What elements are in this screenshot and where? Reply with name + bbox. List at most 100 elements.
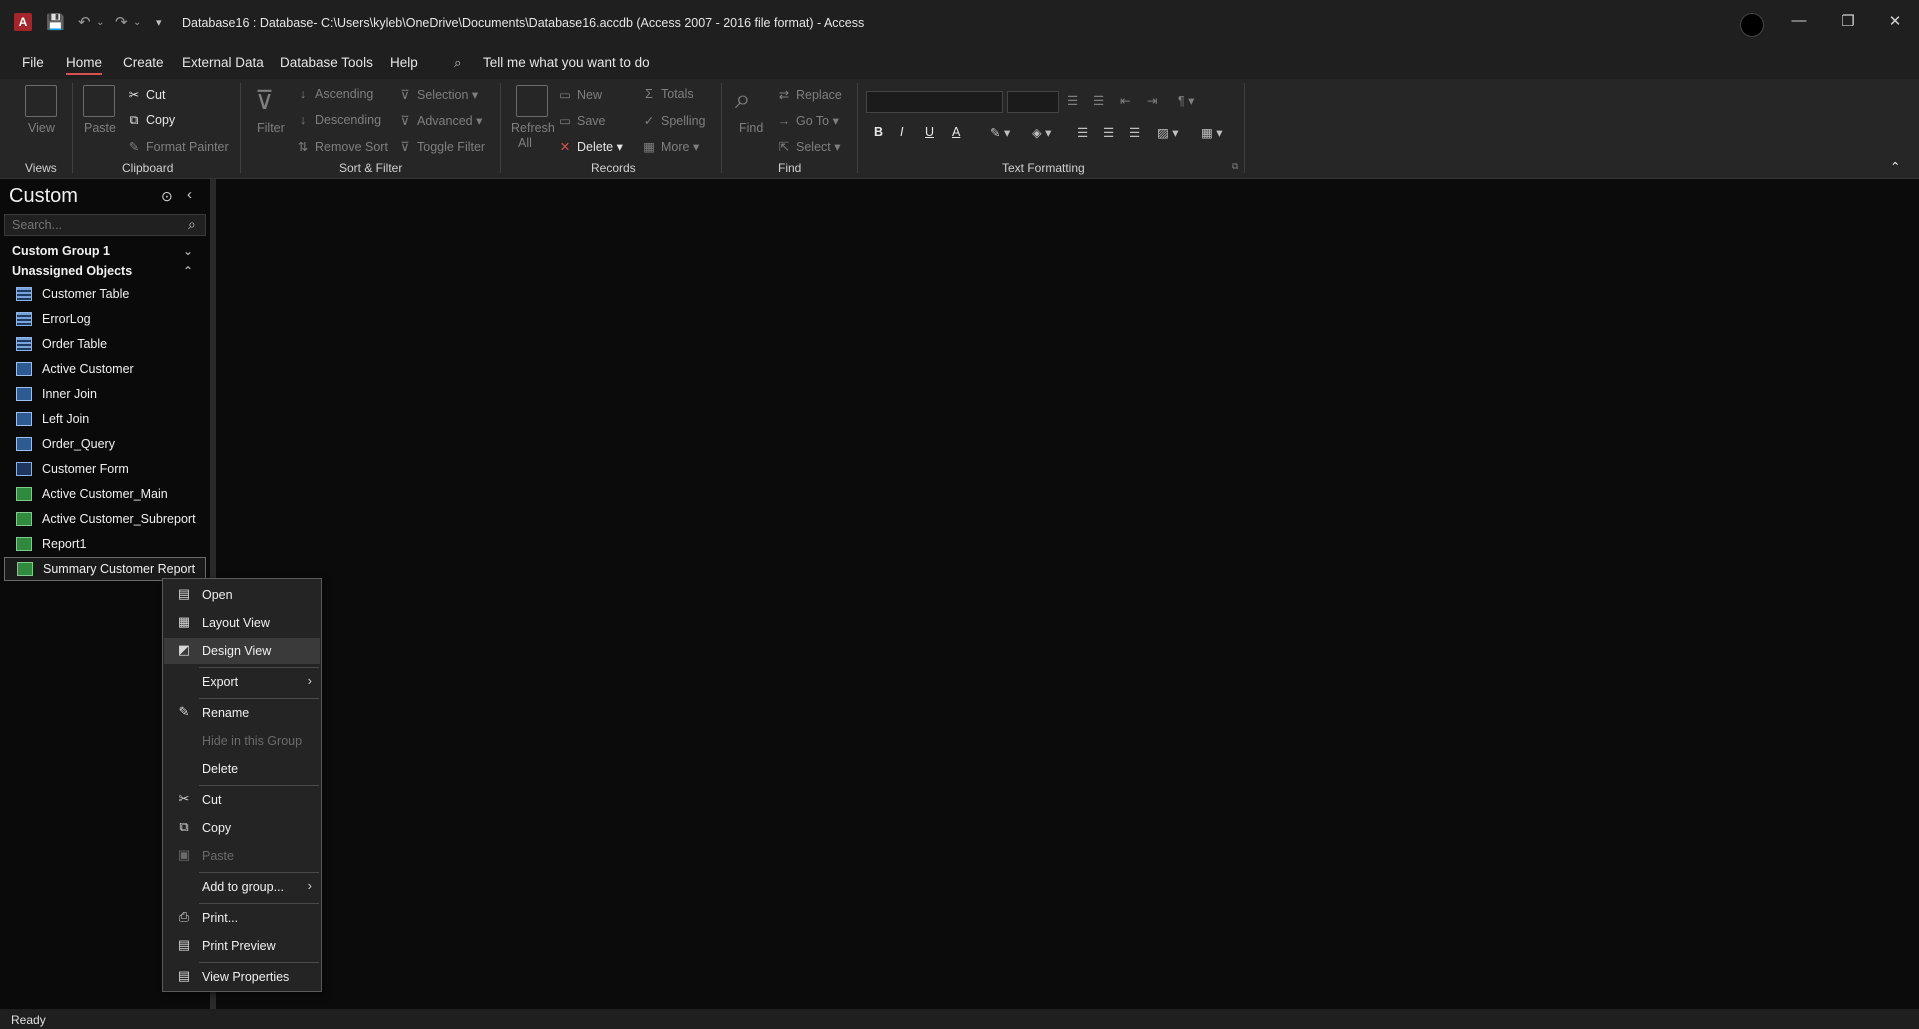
descending-button[interactable]: ↓ Descending <box>295 113 381 127</box>
copy-button[interactable]: ⧉ Copy <box>126 113 176 128</box>
numbering-icon[interactable]: ☰ <box>1093 93 1104 108</box>
menu-item-print-preview[interactable]: ▤ Print Preview <box>164 933 320 959</box>
align-left-icon[interactable]: ☰ <box>1077 125 1088 140</box>
format-painter-button[interactable]: ✎ Format Painter <box>126 139 229 154</box>
menu-item-layout-view[interactable]: ▦ Layout View <box>164 610 320 636</box>
cut-button[interactable]: ✂ Cut <box>126 87 166 102</box>
undo-icon[interactable]: ↶ <box>78 13 91 31</box>
minimize-button[interactable]: — <box>1784 12 1814 29</box>
filter-button[interactable]: Filter <box>257 121 285 135</box>
menu-item-copy[interactable]: ⧉ Copy <box>164 815 320 841</box>
chevron-up-icon[interactable]: ⌃ <box>183 264 193 278</box>
alternate-row-color-icon[interactable]: ▨ ▾ <box>1157 125 1179 140</box>
bold-button[interactable]: B <box>874 125 883 139</box>
save-record-button[interactable]: ▭ Save <box>557 113 605 128</box>
goto-button[interactable]: → Go To ▾ <box>776 113 839 128</box>
search-icon[interactable]: ⌕ <box>188 216 196 233</box>
underline-button[interactable]: U <box>925 125 934 139</box>
nav-object-table[interactable]: ErrorLog <box>4 308 204 330</box>
collapse-ribbon-icon[interactable]: ⌃ <box>1890 159 1900 174</box>
replace-button[interactable]: ⇄ Replace <box>776 87 842 102</box>
increase-indent-icon[interactable]: ⇥ <box>1147 93 1157 108</box>
italic-button[interactable]: I <box>900 125 903 139</box>
font-name-dropdown[interactable] <box>866 91 1003 113</box>
select-button[interactable]: ⇱ Select ▾ <box>776 139 841 154</box>
nav-object-report[interactable]: Active Customer_Main <box>4 483 204 505</box>
nav-object-form[interactable]: Customer Form <box>4 458 204 480</box>
refresh-icon[interactable] <box>516 85 548 117</box>
menu-item-open[interactable]: ▤ Open <box>164 582 320 608</box>
paste-icon[interactable] <box>83 85 115 117</box>
menu-item-delete[interactable]: Delete <box>164 756 320 782</box>
paste-button[interactable]: Paste <box>84 121 116 135</box>
nav-object-report[interactable]: Active Customer_Subreport <box>4 508 204 530</box>
highlight-color-icon[interactable]: ✎ ▾ <box>990 125 1010 140</box>
tab-home[interactable]: Home <box>66 55 103 75</box>
ascending-button[interactable]: ↓ Ascending <box>295 87 374 101</box>
toggle-filter-button[interactable]: ⊽ Toggle Filter <box>397 139 485 154</box>
tab-help[interactable]: Help <box>390 55 418 70</box>
filter-icon[interactable]: ⊽ <box>255 85 274 116</box>
remove-sort-button[interactable]: ⇅ Remove Sort <box>295 139 388 154</box>
undo-dropdown-icon[interactable]: ⌄ <box>96 17 104 28</box>
selection-button[interactable]: ⊽ Selection ▾ <box>397 87 478 102</box>
search-icon[interactable]: ⌕ <box>454 55 462 71</box>
dialog-launcher-icon[interactable]: ⧉ <box>1232 161 1238 172</box>
gridlines-icon[interactable]: ▦ ▾ <box>1201 125 1223 140</box>
nav-menu-dropdown-icon[interactable]: ⊙ <box>161 188 173 205</box>
new-record-button[interactable]: ▭ New <box>557 87 602 102</box>
tab-create[interactable]: Create <box>123 55 164 70</box>
close-button[interactable]: ✕ <box>1880 12 1910 30</box>
collapse-pane-icon[interactable]: ‹ <box>187 186 192 203</box>
view-button[interactable]: View <box>28 121 55 135</box>
redo-dropdown-icon[interactable]: ⌄ <box>133 17 141 28</box>
redo-icon[interactable]: ↷ <box>115 13 128 31</box>
align-center-icon[interactable]: ☰ <box>1103 125 1114 140</box>
tell-me-box[interactable]: Tell me what you want to do <box>483 55 650 70</box>
menu-item-view-properties[interactable]: ▤ View Properties <box>164 964 320 990</box>
tab-file[interactable]: File <box>22 55 44 70</box>
nav-object-table[interactable]: Order Table <box>4 333 204 355</box>
nav-object-query[interactable]: Inner Join <box>4 383 204 405</box>
view-icon[interactable] <box>25 85 57 117</box>
nav-object-query[interactable]: Order_Query <box>4 433 204 455</box>
menu-item-hide-in-group[interactable]: Hide in this Group <box>164 728 320 754</box>
font-size-dropdown[interactable] <box>1007 91 1059 113</box>
menu-item-print[interactable]: ⎙ Print... <box>164 905 320 931</box>
more-button[interactable]: ▦ More ▾ <box>641 139 699 154</box>
background-color-icon[interactable]: ◈ ▾ <box>1032 125 1051 140</box>
delete-button[interactable]: ✕ Delete ▾ <box>557 139 623 154</box>
menu-item-design-view[interactable]: ◩ Design View <box>164 638 320 664</box>
menu-item-cut[interactable]: ✂ Cut <box>164 787 320 813</box>
chevron-down-icon[interactable]: ⌄ <box>183 244 193 258</box>
refresh-all-sublabel[interactable]: All <box>518 136 532 150</box>
paragraph-direction-icon[interactable]: ¶ ▾ <box>1178 93 1194 108</box>
decrease-indent-icon[interactable]: ⇤ <box>1120 93 1130 108</box>
totals-button[interactable]: Σ Totals <box>641 87 694 101</box>
save-icon[interactable]: 💾 <box>46 13 65 31</box>
tab-external-data[interactable]: External Data <box>182 55 264 70</box>
nav-search-input[interactable] <box>10 217 184 233</box>
spelling-button[interactable]: ✓ Spelling <box>641 113 706 128</box>
group-header-custom-group-1[interactable]: Custom Group 1 <box>12 244 110 258</box>
nav-object-query[interactable]: Left Join <box>4 408 204 430</box>
menu-item-paste[interactable]: ▣ Paste <box>164 843 320 869</box>
menu-item-rename[interactable]: ✎ Rename <box>164 700 320 726</box>
nav-object-table[interactable]: Customer Table <box>4 283 204 305</box>
nav-pane-title[interactable]: Custom <box>9 185 78 208</box>
refresh-all-button[interactable]: Refresh <box>511 121 555 135</box>
advanced-button[interactable]: ⊽ Advanced ▾ <box>397 113 482 128</box>
font-color-button[interactable]: A <box>952 125 960 139</box>
find-icon[interactable]: ⌕ <box>735 83 751 116</box>
nav-object-report[interactable]: Report1 <box>4 533 204 555</box>
nav-object-query[interactable]: Active Customer <box>4 358 204 380</box>
menu-item-export[interactable]: Export › <box>164 669 320 695</box>
account-avatar[interactable] <box>1740 13 1764 37</box>
tab-database-tools[interactable]: Database Tools <box>280 55 373 70</box>
align-right-icon[interactable]: ☰ <box>1129 125 1140 140</box>
bullets-icon[interactable]: ☰ <box>1067 93 1078 108</box>
find-button[interactable]: Find <box>739 121 763 135</box>
group-header-unassigned-objects[interactable]: Unassigned Objects <box>12 264 132 278</box>
menu-item-add-to-group[interactable]: Add to group... › <box>164 874 320 900</box>
restore-button[interactable]: ❐ <box>1833 12 1863 30</box>
